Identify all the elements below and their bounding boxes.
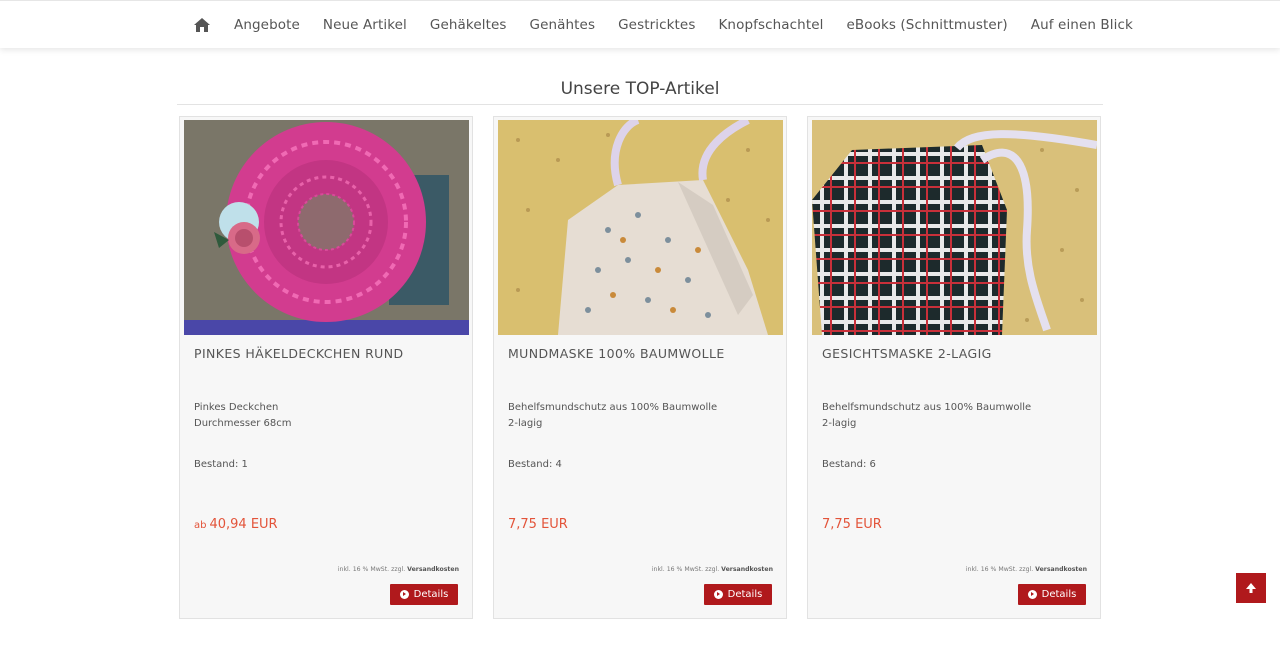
product-description: Behelfsmundschutz aus 100% Baumwolle 2-l… [508,400,717,432]
tax-note: inkl. 16 % MwSt. zzgl. Versandkosten [652,566,773,573]
nav-item-angebote[interactable]: Angebote [234,17,300,33]
tax-note: inkl. 16 % MwSt. zzgl. Versandkosten [338,566,459,573]
price-value: 7,75 EUR [822,517,882,532]
product-card: PINKES HÄKELDECKCHEN RUND Pinkes Deckche… [179,116,473,619]
home-icon[interactable] [193,17,211,33]
product-price: 7,75 EUR [508,517,568,532]
nav-item-neue-artikel[interactable]: Neue Artikel [323,17,407,33]
arrow-up-icon [1245,579,1257,598]
product-desc-line: Pinkes Deckchen [194,402,279,413]
details-button-label: Details [413,589,449,600]
product-card: GESICHTSMASKE 2-LAGIG Behelfsmundschutz … [807,116,1101,619]
product-price: ab 40,94 EUR [194,517,278,532]
product-desc-line: Behelfsmundschutz aus 100% Baumwolle [508,402,718,413]
details-button[interactable]: Details [1018,584,1086,605]
nav-item-knopfschachtel[interactable]: Knopfschachtel [718,17,823,33]
product-desc-line: Behelfsmundschutz aus 100% Baumwolle [822,402,1032,413]
nav-item-gehaekeltes[interactable]: Gehäkeltes [430,17,507,33]
nav-item-genaehtes[interactable]: Genähtes [530,17,596,33]
scroll-to-top-button[interactable] [1236,573,1266,603]
price-value: 7,75 EUR [508,517,568,532]
product-stock: Bestand: 6 [822,459,876,470]
details-button[interactable]: Details [704,584,772,605]
nav-item-gestricktes[interactable]: Gestricktes [618,17,695,33]
nav-item-auf-einen-blick[interactable]: Auf einen Blick [1031,17,1133,33]
details-button[interactable]: Details [390,584,458,605]
chevron-circle-right-icon [1027,590,1037,599]
details-button-label: Details [1041,589,1077,600]
product-image[interactable] [498,120,783,335]
product-stock: Bestand: 1 [194,459,248,470]
tax-note: inkl. 16 % MwSt. zzgl. Versandkosten [966,566,1087,573]
product-name[interactable]: MUNDMASKE 100% BAUMWOLLE [508,346,725,361]
product-desc-line: Durchmesser 68cm [194,418,292,429]
shipping-link[interactable]: Versandkosten [407,566,459,573]
tax-text: inkl. 16 % MwSt. zzgl. [965,566,1034,573]
product-image[interactable] [184,120,469,335]
product-card: MUNDMASKE 100% BAUMWOLLE Behelfsmundschu… [493,116,787,619]
section-title: Unsere TOP-Artikel [560,79,720,99]
tax-text: inkl. 16 % MwSt. zzgl. [651,566,720,573]
product-desc-line: 2-lagig [822,418,857,429]
price-prefix: ab [194,520,207,531]
product-desc-line: 2-lagig [508,418,543,429]
product-stock: Bestand: 4 [508,459,562,470]
nav-menu: Angebote Neue Artikel Gehäkeltes Genähte… [193,1,1156,49]
product-description: Behelfsmundschutz aus 100% Baumwolle 2-l… [822,400,1031,432]
product-image[interactable] [812,120,1097,335]
top-navbar: Angebote Neue Artikel Gehäkeltes Genähte… [0,0,1280,48]
chevron-circle-right-icon [713,590,723,599]
details-button-label: Details [727,589,763,600]
price-value: 40,94 EUR [209,517,278,532]
product-price: 7,75 EUR [822,517,882,532]
tax-text: inkl. 16 % MwSt. zzgl. [337,566,406,573]
nav-item-ebooks[interactable]: eBooks (Schnittmuster) [847,17,1008,33]
shipping-link[interactable]: Versandkosten [1035,566,1087,573]
product-description: Pinkes Deckchen Durchmesser 68cm [194,400,292,432]
shipping-link[interactable]: Versandkosten [721,566,773,573]
product-name[interactable]: PINKES HÄKELDECKCHEN RUND [194,346,404,361]
chevron-circle-right-icon [399,590,409,599]
section-divider [177,104,1103,105]
product-name[interactable]: GESICHTSMASKE 2-LAGIG [822,346,992,361]
